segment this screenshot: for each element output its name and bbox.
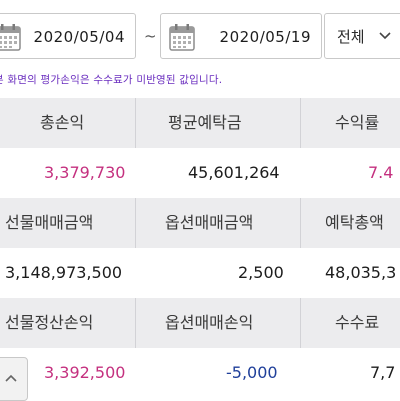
total-pnl-value: 3,379,730 [44, 163, 126, 182]
header-total-deposit: 예탁총액 [325, 213, 384, 232]
header-options-trade-pnl: 옵션매매손익 [165, 313, 254, 332]
commission-value: 7,7 [370, 363, 396, 382]
valuation-notice: 본 화면의 평가손익은 수수료가 미반영된 값입니다. [0, 74, 223, 86]
table-header-row: 선물정산손익 옵션매매손익 수수료 [0, 298, 400, 348]
options-trade-amount-value: 2,500 [238, 263, 284, 282]
calendar-icon[interactable] [169, 23, 195, 51]
header-futures-settlement-pnl: 선물정산손익 [5, 313, 94, 332]
start-date-field[interactable]: 2020/05/04 [0, 13, 136, 59]
end-date-value: 2020/05/19 [219, 28, 311, 46]
table-header-row: 선물매매금액 옵션매매금액 예탁총액 [0, 198, 400, 248]
table-row: 3,392,500 -5,000 7,7 [0, 348, 400, 398]
date-range-separator: ~ [144, 27, 157, 45]
table-row: 3,148,973,500 2,500 48,035,3 [0, 248, 400, 298]
options-trade-pnl-value: -5,000 [226, 363, 278, 382]
futures-settlement-pnl-value: 3,392,500 [44, 363, 126, 382]
table-row: 3,379,730 45,601,264 7.4 [0, 148, 400, 198]
futures-trade-amount-value: 3,148,973,500 [5, 263, 123, 282]
header-total-pnl: 총손익 [40, 113, 85, 132]
end-date-field[interactable]: 2020/05/19 [160, 13, 322, 59]
return-rate-value: 7.4 [368, 163, 394, 182]
header-commission: 수수료 [335, 313, 380, 332]
header-options-trade-amount: 옵션매매금액 [165, 213, 254, 232]
chevron-up-icon [5, 374, 17, 382]
header-avg-deposit: 평균예탁금 [168, 113, 242, 132]
table-header-row: 총손익 평균예탁금 수익률 [0, 98, 400, 148]
start-date-value: 2020/05/04 [33, 28, 125, 46]
scope-select-value: 전체 [337, 28, 365, 46]
header-futures-trade-amount: 선물매매금액 [5, 213, 94, 232]
scope-select[interactable]: 전체 [324, 13, 400, 59]
calendar-icon[interactable] [0, 23, 21, 51]
total-deposit-value: 48,035,3 [325, 263, 397, 282]
date-filter-bar: 2020/05/04 ~ 2020/05/19 전체 [0, 0, 400, 70]
chevron-down-icon [379, 32, 391, 40]
header-return-rate: 수익률 [335, 113, 380, 132]
scroll-to-top-button[interactable] [0, 357, 28, 401]
avg-deposit-value: 45,601,264 [188, 163, 280, 182]
